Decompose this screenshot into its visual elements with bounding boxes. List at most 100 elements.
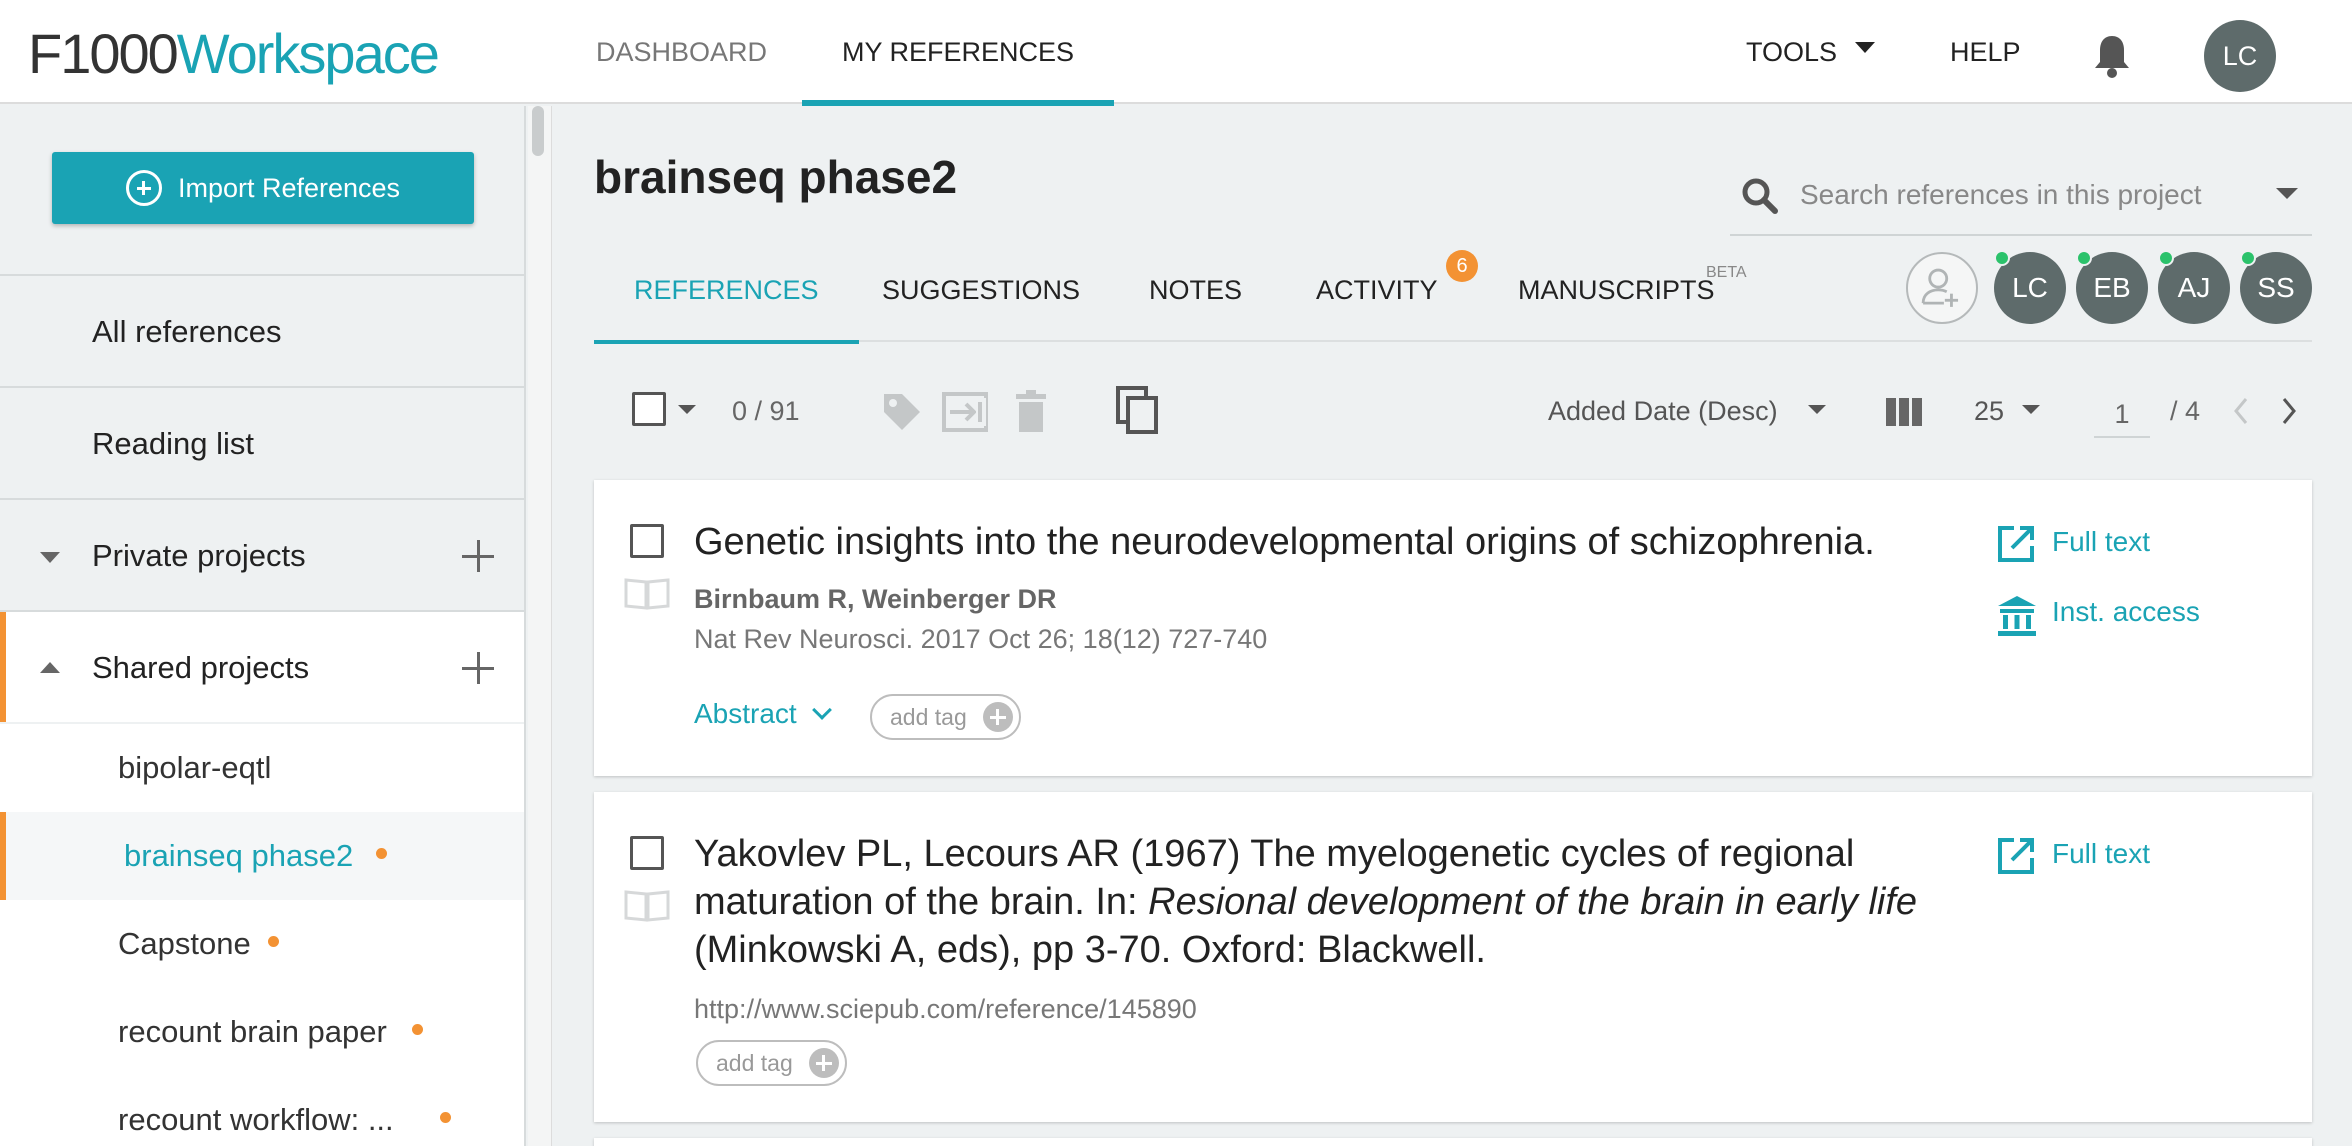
full-text-label: Full text	[2052, 526, 2151, 557]
chevron-right-icon[interactable]	[2280, 396, 2298, 426]
reference-card[interactable]	[594, 1138, 2312, 1146]
sidebar-section-label: Private projects	[92, 538, 306, 573]
plus-icon	[982, 702, 1013, 732]
nav-tab-dashboard[interactable]: DASHBOARD	[596, 0, 767, 104]
project-item[interactable]: brainseq phase2	[0, 812, 524, 900]
nav-tab-my-references[interactable]: MY REFERENCES	[801, 0, 1115, 106]
sidebar-section-label: Shared projects	[92, 650, 310, 685]
user-avatar[interactable]: LC	[2204, 20, 2276, 92]
add-member-button[interactable]	[1906, 252, 1978, 324]
inst-access-link[interactable]: Inst. access	[1998, 596, 2200, 636]
plus-circle-icon	[125, 170, 162, 206]
reference-checkbox[interactable]	[630, 836, 664, 870]
project-item-label: bipolar-eqtl	[118, 750, 272, 785]
bell-icon[interactable]	[2092, 34, 2132, 78]
sidebar-section-private-projects[interactable]: Private projects	[0, 498, 524, 610]
tools-menu[interactable]: TOOLS	[1746, 0, 1876, 104]
tab-suggestions[interactable]: SUGGESTIONS	[882, 244, 1080, 342]
inst-access-label: Inst. access	[2052, 596, 2200, 627]
update-dot	[412, 1024, 423, 1035]
chevron-down-icon[interactable]	[2276, 188, 2298, 199]
update-dot	[268, 936, 279, 947]
full-text-link[interactable]: Full text	[1998, 526, 2151, 562]
columns-icon[interactable]	[1886, 398, 1922, 426]
tab-manuscripts[interactable]: MANUSCRIPTS	[1518, 244, 1715, 342]
tools-label: TOOLS	[1746, 37, 1838, 67]
online-indicator	[2240, 250, 2256, 266]
abstract-toggle[interactable]: Abstract	[694, 698, 832, 730]
plus-icon	[808, 1048, 839, 1078]
move-to-icon[interactable]	[942, 392, 988, 432]
reference-url: http://www.sciepub.com/reference/145890	[694, 994, 1197, 1024]
caret-down-icon	[40, 552, 60, 563]
sidebar-section-shared-projects[interactable]: Shared projects	[0, 610, 524, 722]
chevron-down-icon[interactable]	[2022, 405, 2040, 414]
copy-icon[interactable]	[1116, 386, 1158, 434]
caret-up-icon	[40, 662, 60, 673]
logo-brand-f1000: F1000	[28, 22, 179, 85]
top-navbar: F1000Workspace DASHBOARD MY REFERENCES T…	[0, 0, 2352, 106]
abstract-label: Abstract	[694, 698, 797, 729]
tag-icon[interactable]	[880, 390, 924, 434]
select-all-checkbox[interactable]	[632, 392, 666, 426]
project-item[interactable]: recount brain paper	[0, 988, 524, 1076]
trash-icon[interactable]	[1016, 390, 1046, 432]
project-item[interactable]: recount workflow: ...	[0, 1076, 524, 1146]
reference-journal: Nat Rev Neurosci. 2017 Oct 26; 18(12) 72…	[694, 624, 1268, 654]
reference-title[interactable]: Genetic insights into the neurodevelopme…	[694, 518, 1974, 566]
add-private-project-icon[interactable]	[462, 540, 494, 572]
chevron-left-icon[interactable]	[2232, 396, 2250, 426]
external-link-icon	[1998, 526, 2034, 562]
full-text-link[interactable]: Full text	[1998, 838, 2150, 874]
import-references-label: Import References	[177, 172, 401, 203]
reference-title[interactable]: Yakovlev PL, Lecours AR (1967) The myelo…	[694, 830, 1994, 974]
sidebar-item-all-references[interactable]: All references	[0, 274, 524, 386]
chevron-down-icon	[1855, 42, 1876, 54]
search-icon	[1742, 178, 1778, 214]
sort-dropdown[interactable]: Added Date (Desc)	[1548, 396, 1778, 427]
update-dot	[376, 848, 387, 859]
reference-card[interactable]: Yakovlev PL, Lecours AR (1967) The myelo…	[594, 792, 2312, 1122]
project-item-label: recount brain paper	[118, 1014, 387, 1049]
import-references-button[interactable]: Import References	[52, 152, 474, 224]
book-icon[interactable]	[624, 576, 670, 610]
external-link-icon	[1998, 838, 2034, 874]
online-indicator	[2076, 250, 2092, 266]
add-tag-label: add tag	[716, 1050, 793, 1076]
tab-references[interactable]: REFERENCES	[594, 244, 858, 344]
add-tag-label: add tag	[890, 704, 967, 730]
add-tag-button[interactable]: add tag	[870, 694, 1021, 740]
add-tag-button[interactable]: add tag	[696, 1040, 847, 1086]
selection-count: 0 / 91	[732, 396, 800, 426]
logo-brand-workspace: Workspace	[176, 22, 440, 85]
chevron-down-icon[interactable]	[1808, 405, 1826, 414]
institution-icon	[1998, 596, 2036, 636]
reference-checkbox[interactable]	[630, 524, 664, 558]
reference-authors: Birnbaum R, Weinberger DR	[694, 584, 1057, 614]
online-indicator	[2158, 250, 2174, 266]
page-number-input[interactable]	[2094, 392, 2150, 438]
reference-card[interactable]: Genetic insights into the neurodevelopme…	[594, 480, 2312, 776]
chevron-down-icon[interactable]	[678, 405, 696, 414]
project-item[interactable]: bipolar-eqtl	[0, 724, 524, 812]
app-logo[interactable]: F1000Workspace	[28, 22, 440, 85]
tab-activity[interactable]: ACTIVITY	[1316, 244, 1438, 342]
sidebar-item-label: Reading list	[92, 426, 254, 461]
sidebar-item-reading-list[interactable]: Reading list	[0, 386, 524, 498]
scrollbar-thumb[interactable]	[532, 106, 544, 156]
project-item-label: brainseq phase2	[124, 838, 354, 873]
page-size-dropdown[interactable]: 25	[1974, 396, 2004, 427]
help-link[interactable]: HELP	[1950, 0, 2021, 104]
project-item-label: Capstone	[118, 926, 251, 961]
add-user-icon	[1921, 268, 1959, 307]
search-input[interactable]	[1800, 172, 2240, 218]
project-search[interactable]	[1730, 158, 2312, 236]
sidebar-scrollbar[interactable]	[528, 106, 552, 1146]
update-dot	[440, 1112, 451, 1123]
add-shared-project-icon[interactable]	[462, 652, 494, 684]
online-indicator	[1994, 250, 2010, 266]
book-icon[interactable]	[624, 888, 670, 922]
project-item-label: recount workflow: ...	[118, 1102, 394, 1137]
tab-notes[interactable]: NOTES	[1149, 244, 1242, 342]
project-item[interactable]: Capstone	[0, 900, 524, 988]
